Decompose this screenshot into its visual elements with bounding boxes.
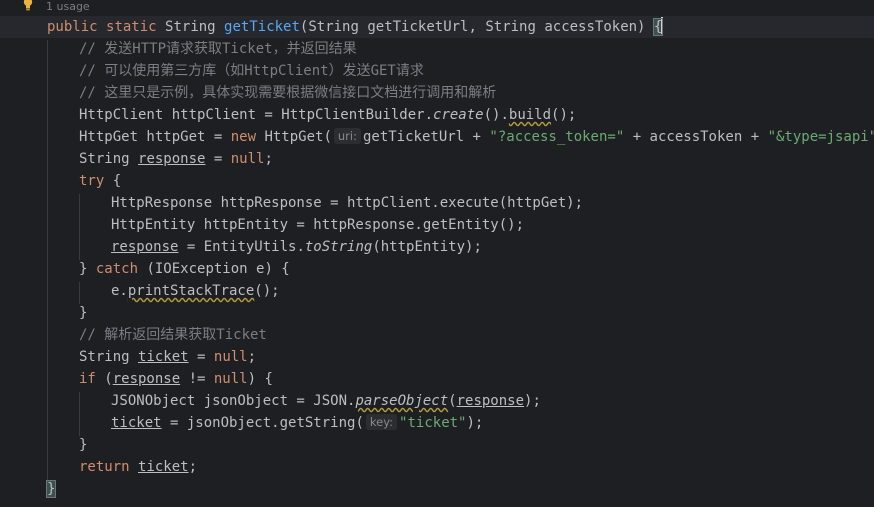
code-line-8[interactable]: try { xyxy=(79,170,121,192)
code-line-21[interactable]: return ticket; xyxy=(79,456,197,478)
code-text: ( xyxy=(448,393,457,409)
code-text: (); xyxy=(551,107,577,123)
return-type: String xyxy=(165,19,216,35)
code-line-12[interactable]: } catch (IOException e) { xyxy=(79,258,290,280)
code-text: getTicketUrl + xyxy=(362,129,490,145)
string-literal: "?access_token=" xyxy=(489,129,625,145)
code-text: (). xyxy=(483,107,509,123)
code-text: = jsonObject.getString( xyxy=(161,415,364,431)
code-text: + accessToken + xyxy=(624,129,768,145)
code-line-9[interactable]: HttpResponse httpResponse = httpClient.e… xyxy=(111,192,583,214)
variable: ticket xyxy=(138,349,189,365)
code-line-2[interactable]: // 发送HTTP请求获取Ticket，并返回结果 xyxy=(79,38,357,60)
code-text: (String getTicketUrl, String accessToken… xyxy=(299,19,654,35)
code-text: ; xyxy=(247,349,257,365)
code-text: HttpGet httpGet = xyxy=(79,129,231,145)
keyword: catch xyxy=(95,261,139,277)
keyword: null xyxy=(230,151,265,167)
string-literal: "&type=jsapi" xyxy=(767,129,874,145)
lightbulb-icon[interactable] xyxy=(22,0,34,11)
indent-guide xyxy=(79,194,80,260)
method-call-warning: parseObject xyxy=(355,393,449,409)
code-text: JSONObject jsonObject = JSON. xyxy=(111,393,356,409)
method-call-warning: build xyxy=(508,107,552,123)
string-literal: "ticket" xyxy=(399,415,467,431)
variable: response xyxy=(138,151,206,167)
code-text: ) { xyxy=(247,371,273,387)
code-text: (httpEntity); xyxy=(372,239,482,255)
code-text: HttpGet( xyxy=(256,129,332,145)
keyword: null xyxy=(213,349,248,365)
keyword: return xyxy=(79,459,130,475)
code-text: = EntityUtils. xyxy=(178,239,305,255)
code-line-5[interactable]: HttpClient httpClient = HttpClientBuilde… xyxy=(79,104,576,126)
code-line-17[interactable]: if (response != null) { xyxy=(79,368,273,390)
code-line-16[interactable]: String ticket = null; xyxy=(79,346,256,368)
code-text: String xyxy=(79,151,139,167)
code-line-18[interactable]: JSONObject jsonObject = JSON.parseObject… xyxy=(111,390,541,412)
code-text: e. xyxy=(111,283,128,299)
variable: response xyxy=(111,239,179,255)
code-text: = xyxy=(205,151,231,167)
indent-guide xyxy=(47,40,48,480)
code-line-19[interactable]: ticket = jsonObject.getString(key: "ticke… xyxy=(111,412,483,434)
keyword: try xyxy=(79,173,105,189)
variable: response xyxy=(456,393,525,409)
code-text: ); xyxy=(466,415,484,431)
code-text: { xyxy=(104,173,122,189)
code-line-14[interactable]: } xyxy=(79,302,87,324)
keyword: new xyxy=(230,129,257,145)
code-line-11[interactable]: response = EntityUtils.toString(httpEnti… xyxy=(111,236,482,258)
method-call: create xyxy=(433,107,484,123)
code-line-20[interactable]: } xyxy=(79,434,87,456)
method-call-warning: printStackTrace xyxy=(127,283,255,299)
code-line-7[interactable]: String response = null; xyxy=(79,148,273,170)
keyword: static xyxy=(106,19,157,35)
code-text: != xyxy=(180,371,214,387)
code-text: ( xyxy=(95,371,113,387)
usage-count[interactable]: 1 usage xyxy=(46,0,90,13)
keyword: public xyxy=(47,19,98,35)
code-editor[interactable]: 1 usage public static String getTicket(S… xyxy=(0,0,874,507)
variable: ticket xyxy=(111,415,162,431)
code-line-6[interactable]: HttpGet httpGet = new HttpGet(uri: getTic… xyxy=(79,126,874,148)
code-line-22[interactable]: } xyxy=(45,478,57,500)
code-text: HttpClient httpClient = HttpClientBuilde… xyxy=(79,107,434,123)
code-text: String xyxy=(79,349,139,365)
code-text: ; xyxy=(264,151,273,167)
variable: response xyxy=(112,371,181,387)
code-line-10[interactable]: HttpEntity httpEntity = httpResponse.get… xyxy=(111,214,524,236)
code-text: ; xyxy=(188,459,198,475)
indent-guide xyxy=(79,282,80,304)
code-text: = xyxy=(188,349,214,365)
keyword: if xyxy=(79,371,96,387)
code-text: ); xyxy=(524,393,541,409)
text-caret xyxy=(661,17,664,34)
code-line-13[interactable]: e.printStackTrace(); xyxy=(111,280,280,302)
code-line-3[interactable]: // 可以使用第三方库（如HttpClient）发送GET请求 xyxy=(79,60,424,82)
code-line-1[interactable]: public static String getTicket(String ge… xyxy=(47,16,664,38)
keyword: null xyxy=(213,371,248,387)
method-call: toString xyxy=(304,239,373,255)
method-name: getTicket xyxy=(224,19,300,35)
matching-brace: } xyxy=(45,480,57,498)
indent-guide xyxy=(79,392,80,436)
parameter-hint: key: xyxy=(365,414,398,430)
code-text: (); xyxy=(254,283,280,299)
code-text: (IOException e) { xyxy=(138,261,290,277)
usage-hint[interactable]: 1 usage xyxy=(0,0,874,14)
parameter-hint: uri: xyxy=(333,128,361,144)
code-line-15[interactable]: // 解析返回结果获取Ticket xyxy=(79,324,267,346)
code-text: } xyxy=(79,261,96,277)
variable: ticket xyxy=(138,459,189,475)
code-line-4[interactable]: // 这里只是示例，具体实现需要根据微信接口文档进行调用和解析 xyxy=(79,82,496,104)
